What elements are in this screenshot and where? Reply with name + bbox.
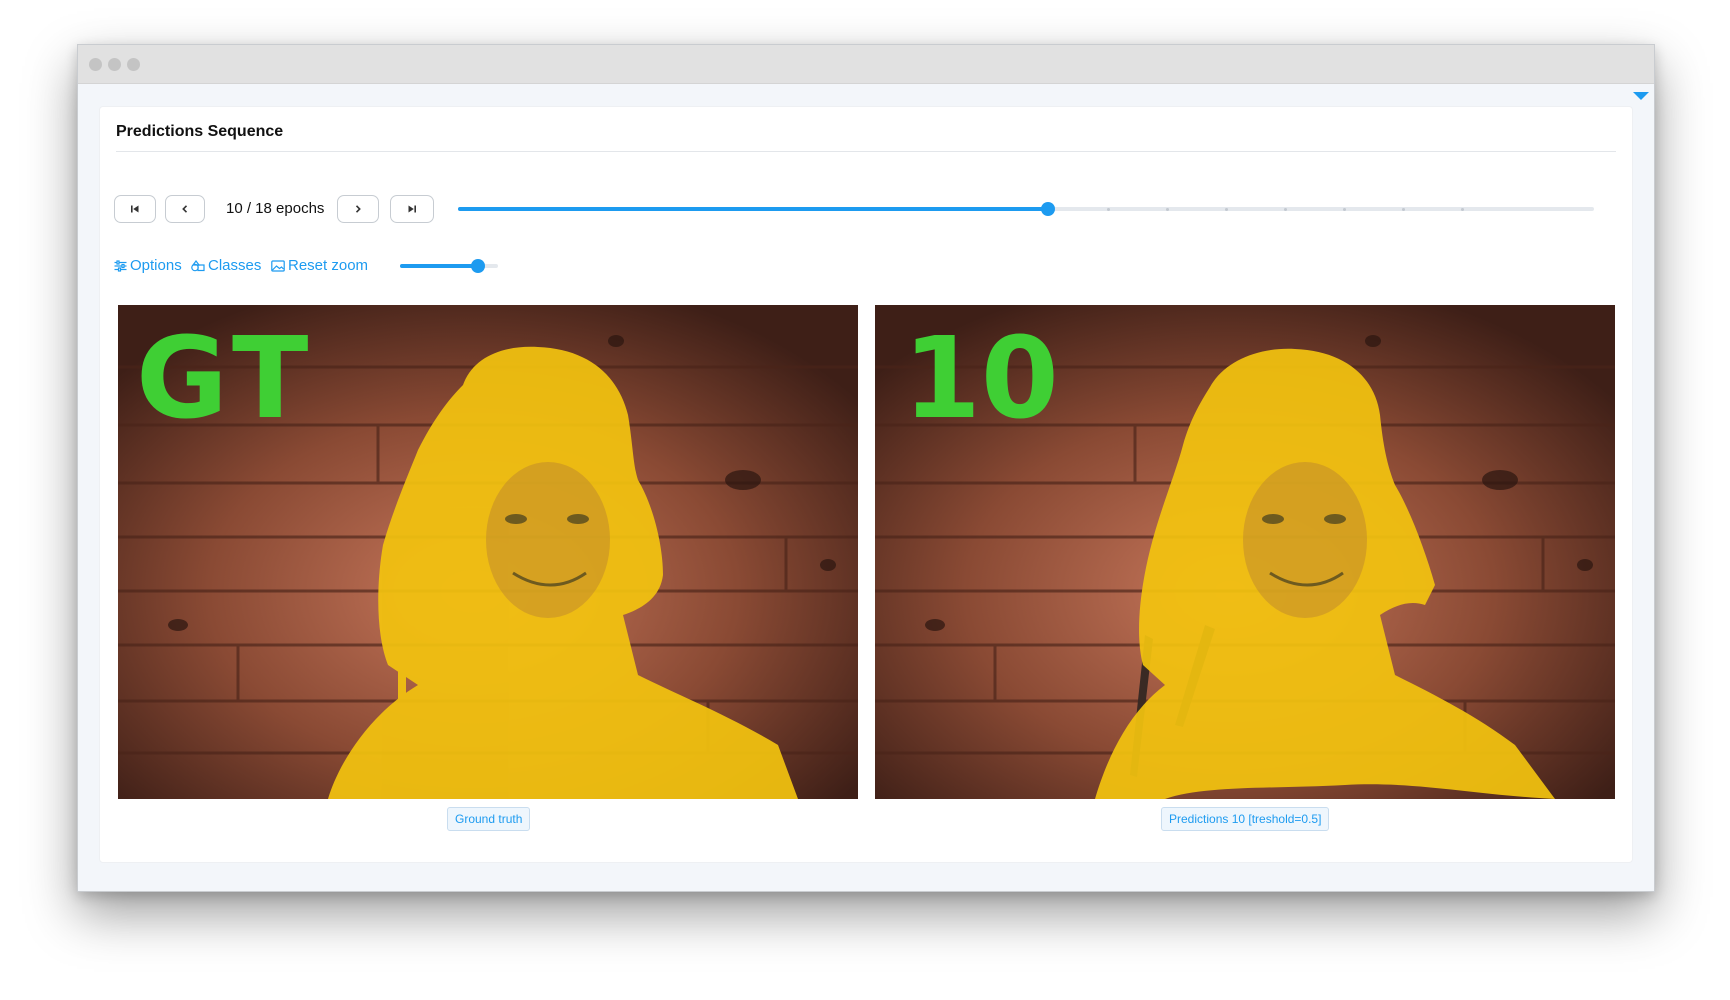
skip-to-first-icon: [131, 205, 139, 213]
window-close-button[interactable]: [89, 58, 102, 71]
zoom-slider-thumb[interactable]: [471, 259, 485, 273]
reset-zoom-label: Reset zoom: [288, 257, 369, 274]
face-shading: [1243, 462, 1367, 618]
ground-truth-caption: Ground truth: [447, 807, 531, 831]
epoch-step-dot: [1461, 208, 1464, 211]
chevron-left-icon: [182, 205, 188, 213]
next-epoch-button[interactable]: [337, 195, 379, 223]
ground-truth-image[interactable]: GT: [118, 305, 858, 799]
previous-epoch-button[interactable]: [165, 195, 205, 223]
prediction-overlay-text: 10: [903, 314, 1059, 444]
window-titlebar: [78, 45, 1654, 84]
epoch-step-dot: [1225, 208, 1228, 211]
prediction-image[interactable]: 10: [875, 305, 1615, 799]
epoch-slider[interactable]: [458, 202, 1594, 216]
zoom-slider-fill: [400, 264, 478, 268]
first-epoch-button[interactable]: [114, 195, 156, 223]
epoch-slider-fill: [458, 207, 1048, 211]
prediction-canvas: 10: [875, 305, 1615, 799]
last-epoch-button[interactable]: [390, 195, 434, 223]
shapes-icon: [191, 259, 205, 271]
epoch-step-dot: [1343, 208, 1346, 211]
panel-divider: [116, 151, 1616, 152]
epoch-counter: 10 / 18 epochs: [226, 200, 325, 217]
chevron-right-icon: [355, 205, 361, 213]
epoch-slider-thumb[interactable]: [1041, 202, 1055, 216]
options-button[interactable]: Options: [114, 257, 182, 274]
face-shading: [486, 462, 610, 618]
image-icon: [271, 259, 285, 272]
prediction-caption: Predictions 10 [treshold=0.5]: [1161, 807, 1330, 831]
sliders-icon: [114, 259, 127, 272]
epoch-step-dot: [1402, 208, 1405, 211]
epoch-step-dot: [1284, 208, 1287, 211]
reset-zoom-button[interactable]: Reset zoom: [271, 257, 368, 274]
classes-label: Classes: [208, 257, 262, 274]
ground-truth-overlay-text: GT: [136, 314, 314, 444]
window-maximize-button[interactable]: [127, 58, 140, 71]
panel-title: Predictions Sequence: [116, 123, 284, 140]
browser-window: Predictions Sequence 10 / 18 epochs Opti…: [77, 44, 1655, 892]
ground-truth-canvas: GT: [118, 305, 858, 799]
epoch-step-dot: [1166, 208, 1169, 211]
epoch-step-dot: [1107, 208, 1110, 211]
skip-to-last-icon: [408, 205, 416, 213]
options-label: Options: [130, 257, 182, 274]
predictions-panel: Predictions Sequence 10 / 18 epochs Opti…: [99, 106, 1633, 863]
window-minimize-button[interactable]: [108, 58, 121, 71]
zoom-slider[interactable]: [400, 259, 498, 273]
collapse-caret-icon[interactable]: [1633, 92, 1649, 100]
classes-button[interactable]: Classes: [191, 257, 261, 274]
